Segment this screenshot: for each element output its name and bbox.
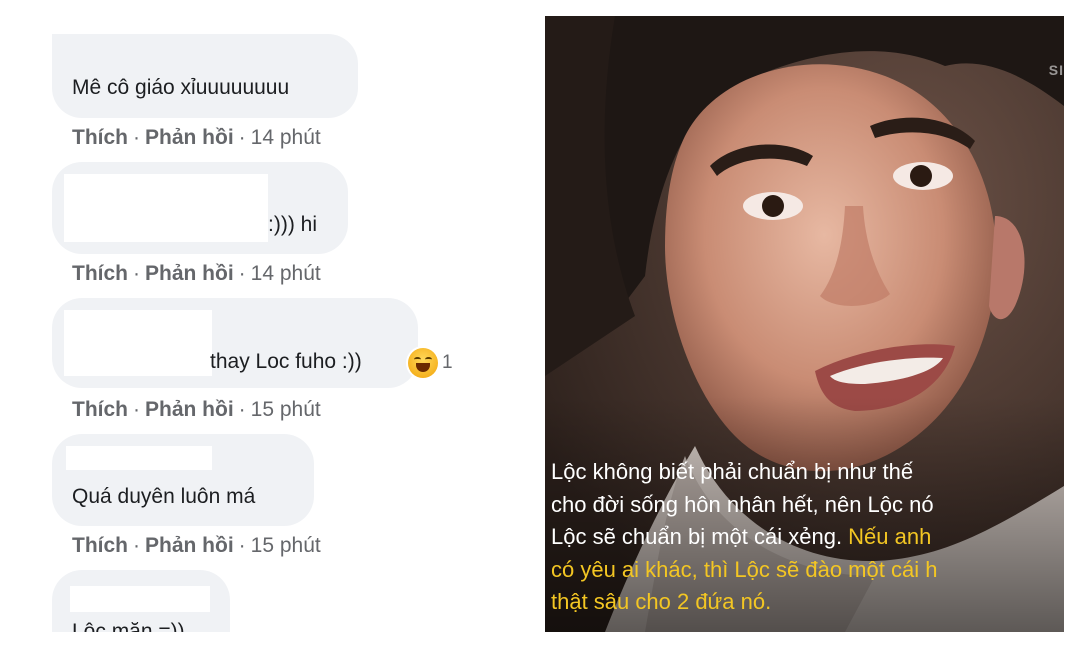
separator: · — [133, 534, 140, 557]
separator: · — [238, 534, 246, 557]
comment-actions: Thích · Phản hồi · 14 phút — [72, 262, 321, 286]
separator: · — [133, 398, 140, 421]
redacted-name — [70, 586, 210, 612]
screenshot: Mê cô giáo xỉuuuuuuuu Thích · Phản hồi · 14 … — [0, 0, 1080, 648]
comment-bubble: thay Loc fuho :)) — [52, 298, 418, 388]
caption-line: thật sâu cho 2 đứa nó. — [551, 589, 772, 614]
haha-icon — [408, 348, 438, 378]
comment-text: Mê cô giáo xỉuuuuuuuu — [72, 76, 290, 99]
video-frame: SI Lộc không biết phải chuẩn bị như thế … — [545, 16, 1064, 632]
caption-line: Lộc không biết phải chuẩn bị như thế — [551, 459, 914, 484]
separator: · — [133, 126, 140, 149]
like-link[interactable]: Thích — [72, 398, 128, 421]
redacted-name — [64, 174, 268, 242]
comment-time[interactable]: 14 phút — [251, 262, 321, 285]
comment-thread: Mê cô giáo xỉuuuuuuuu Thích · Phản hồi · 14 … — [0, 0, 540, 632]
separator: · — [238, 126, 246, 149]
comment-time[interactable]: 15 phút — [251, 534, 321, 557]
redacted-name — [66, 446, 212, 470]
reaction-count: 1 — [442, 352, 453, 373]
comment-text: thay Loc fuho :)) — [210, 350, 362, 373]
reaction-badge[interactable]: 1 — [408, 346, 453, 380]
like-link[interactable]: Thích — [72, 534, 128, 557]
separator: · — [133, 262, 140, 285]
comment-text: Quá duyên luôn má — [72, 485, 256, 508]
comment-actions: Thích · Phản hồi · 15 phút — [72, 398, 321, 422]
separator: · — [238, 262, 246, 285]
reply-link[interactable]: Phản hồi — [145, 534, 234, 557]
comment-time[interactable]: 14 phút — [251, 126, 321, 149]
comment-bubble: :))) hi — [52, 162, 348, 254]
comment-actions: Thích · Phản hồi · 15 phút — [72, 534, 321, 558]
reply-link[interactable]: Phản hồi — [145, 398, 234, 421]
comment-actions: Thích · Phản hồi · 14 phút — [72, 126, 321, 150]
comment-text: Lộc mặn =)) — [72, 620, 185, 632]
separator: · — [238, 398, 246, 421]
watermark-logo: SI — [1048, 62, 1064, 78]
comment-bubble: Quá duyên luôn má — [52, 434, 314, 526]
reply-link[interactable]: Phản hồi — [145, 126, 234, 149]
redacted-name — [64, 310, 212, 376]
reply-link[interactable]: Phản hồi — [145, 262, 234, 285]
like-link[interactable]: Thích — [72, 262, 128, 285]
like-link[interactable]: Thích — [72, 126, 128, 149]
comment-bubble: Mê cô giáo xỉuuuuuuuu — [52, 34, 358, 118]
comment-text: :))) hi — [268, 213, 317, 236]
caption-line: cho đời sống hôn nhân hết, nên Lộc nó — [551, 491, 934, 517]
comment-time[interactable]: 15 phút — [251, 398, 321, 421]
caption-line: có yêu ai khác, thì Lộc sẽ đào một cái h — [551, 556, 938, 582]
video-captions: Lộc không biết phải chuẩn bị như thế cho… — [551, 456, 1064, 619]
caption-line: Lộc sẽ chuẩn bị một cái xẻng. Nếu anh — [551, 524, 932, 549]
comment-bubble: Lộc mặn =)) — [52, 570, 230, 632]
